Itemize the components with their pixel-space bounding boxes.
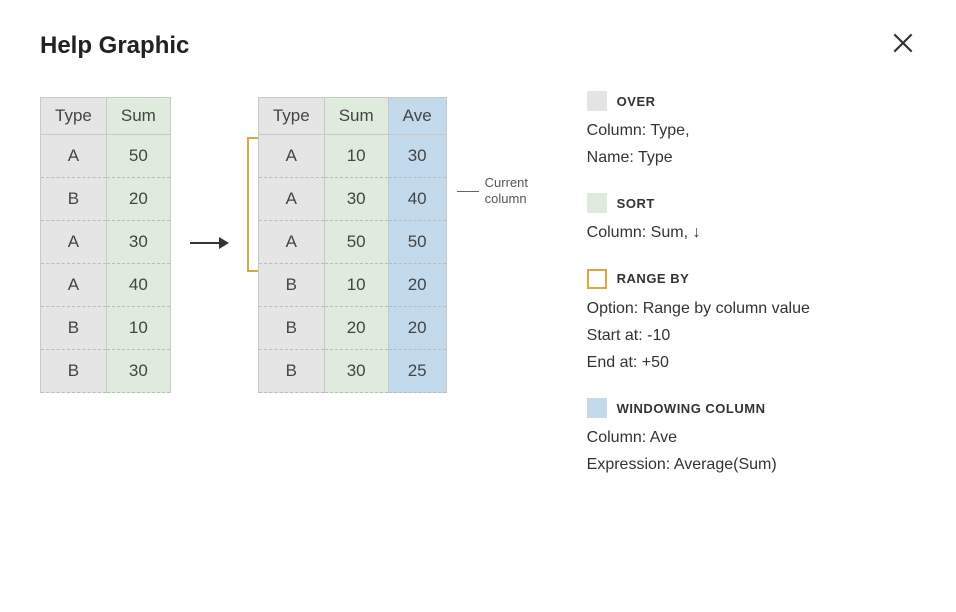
legend-over-title: OVER bbox=[617, 94, 656, 109]
legend-line: Name: Type bbox=[587, 144, 887, 171]
table-row: A1030 bbox=[258, 135, 446, 178]
table-row: B2020 bbox=[258, 307, 446, 350]
swatch-sort-icon bbox=[587, 193, 607, 213]
current-column-annotation: Current column bbox=[457, 175, 547, 208]
legend-sort-title: SORT bbox=[617, 196, 655, 211]
table-row: B1020 bbox=[258, 264, 446, 307]
swatch-window-icon bbox=[587, 398, 607, 418]
arrow-icon bbox=[189, 236, 229, 255]
legend-over: OVER Column: Type, Name: Type bbox=[587, 91, 887, 171]
close-icon[interactable] bbox=[890, 30, 916, 61]
table-row: B30 bbox=[41, 350, 171, 393]
legend-line: Start at: -10 bbox=[587, 322, 887, 349]
col-header-ave: Ave bbox=[388, 98, 446, 135]
legend: OVER Column: Type, Name: Type SORT Colum… bbox=[587, 91, 887, 501]
legend-range-title: RANGE BY bbox=[617, 271, 690, 286]
legend-line: End at: +50 bbox=[587, 349, 887, 376]
table-row: A3040 bbox=[258, 178, 446, 221]
swatch-over-icon bbox=[587, 91, 607, 111]
table-row: A50 bbox=[41, 135, 171, 178]
legend-line: Column: Type, bbox=[587, 117, 887, 144]
legend-line: Column: Ave bbox=[587, 424, 887, 451]
diagram-area: Type Sum A50 B20 A30 A40 B10 B30 Type bbox=[40, 91, 547, 393]
col-header-sum: Sum bbox=[324, 98, 388, 135]
table-row: A30 bbox=[41, 221, 171, 264]
result-table: Type Sum Ave A1030 A3040 A5050 B1020 B20… bbox=[258, 97, 447, 393]
annotation-line-icon bbox=[457, 191, 479, 192]
legend-window-title: WINDOWING COLUMN bbox=[617, 401, 766, 416]
col-header-sum: Sum bbox=[106, 98, 170, 135]
table-row: A40 bbox=[41, 264, 171, 307]
table-row: B3025 bbox=[258, 350, 446, 393]
table-row: B10 bbox=[41, 307, 171, 350]
col-header-type: Type bbox=[41, 98, 107, 135]
swatch-range-icon bbox=[587, 269, 607, 289]
legend-line: Option: Range by column value bbox=[587, 295, 887, 322]
table-row: A5050 bbox=[258, 221, 446, 264]
legend-window: WINDOWING COLUMN Column: Ave Expression:… bbox=[587, 398, 887, 478]
legend-range: RANGE BY Option: Range by column value S… bbox=[587, 269, 887, 377]
legend-sort: SORT Column: Sum, ↓ bbox=[587, 193, 887, 246]
table-row: B20 bbox=[41, 178, 171, 221]
source-table: Type Sum A50 B20 A30 A40 B10 B30 bbox=[40, 97, 171, 393]
col-header-type: Type bbox=[258, 98, 324, 135]
dialog-header: Help Graphic bbox=[40, 30, 916, 61]
legend-line: Expression: Average(Sum) bbox=[587, 451, 887, 478]
legend-line: Column: Sum, ↓ bbox=[587, 219, 887, 246]
dialog-title: Help Graphic bbox=[40, 32, 189, 60]
